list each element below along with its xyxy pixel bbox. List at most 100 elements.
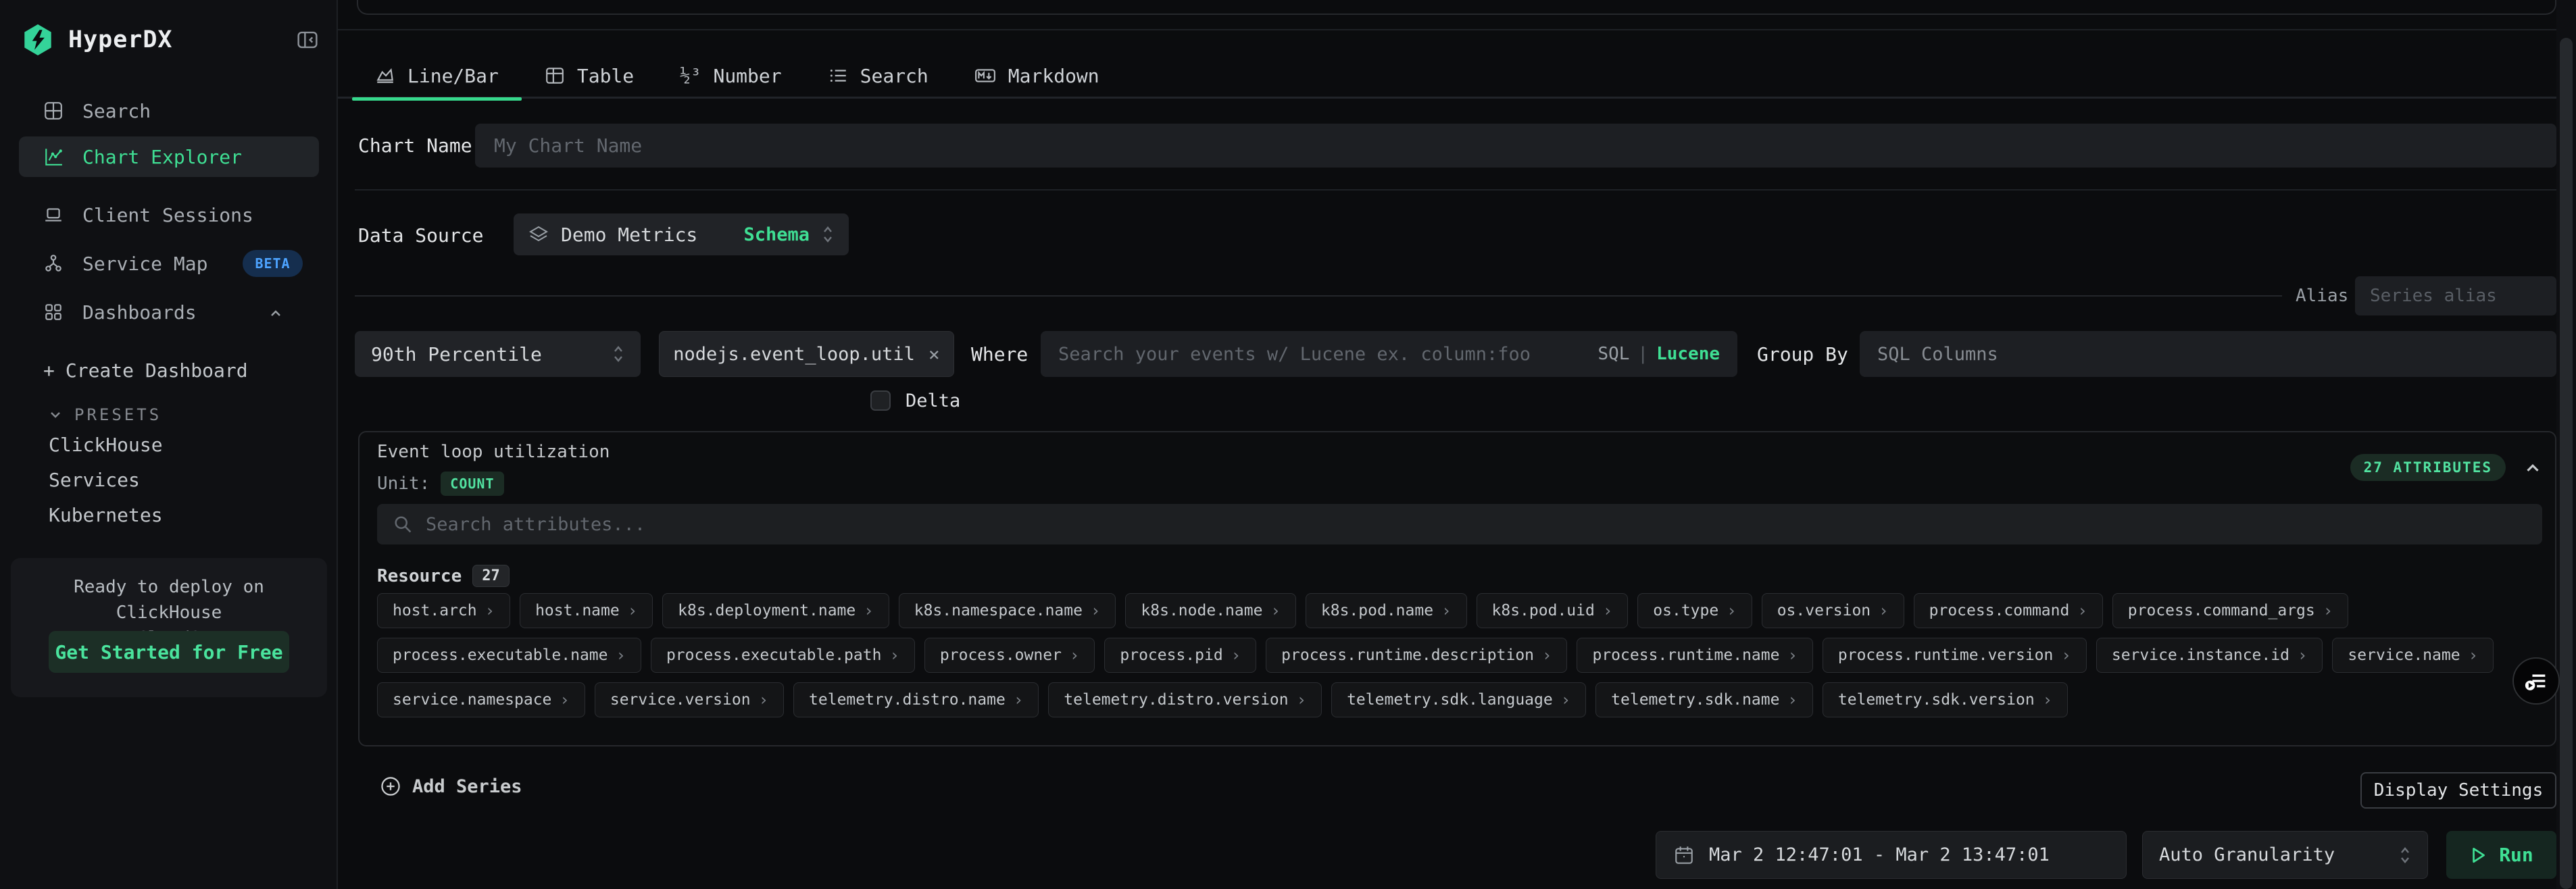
tab-line-bar[interactable]: Line/Bar bbox=[352, 53, 522, 99]
attribute-chip-k8s-pod-uid[interactable]: k8s.pod.uid› bbox=[1477, 593, 1629, 628]
attribute-chip-process-command-args[interactable]: process.command_args› bbox=[2112, 593, 2348, 628]
updown-chevron-icon bbox=[2399, 845, 2411, 865]
tab-label: Search bbox=[860, 65, 928, 87]
attribute-chip-telemetry-sdk-name[interactable]: telemetry.sdk.name› bbox=[1595, 682, 1813, 717]
attribute-chip-host-name[interactable]: host.name › bbox=[520, 593, 653, 628]
attribute-chip-process-pid[interactable]: process.pid› bbox=[1104, 638, 1256, 673]
hyperdx-app: HyperDX Search Chart Explorer Client Sessi… bbox=[0, 0, 2576, 889]
attribute-chip-os-type[interactable]: os.type› bbox=[1637, 593, 1752, 628]
chevron-right-icon: › bbox=[1441, 601, 1451, 620]
display-settings-button[interactable]: Display Settings bbox=[2360, 772, 2556, 809]
add-series-button[interactable]: Add Series bbox=[380, 776, 522, 797]
chart-name-input[interactable] bbox=[475, 124, 2556, 168]
sidebar-item-label: Service Map bbox=[82, 253, 207, 275]
chevron-right-icon: › bbox=[2043, 690, 2052, 709]
panel-collapse-icon[interactable] bbox=[2523, 458, 2543, 481]
chevron-right-icon: › bbox=[1727, 601, 1736, 620]
calendar-icon bbox=[1674, 844, 1694, 866]
preset-item-kubernetes[interactable]: Kubernetes bbox=[49, 504, 163, 526]
sidebar-item-label: Client Sessions bbox=[82, 204, 253, 226]
sidebar-item-client-sessions[interactable]: Client Sessions bbox=[19, 195, 319, 235]
lucene-toggle[interactable]: Lucene bbox=[1656, 344, 1720, 364]
sidebar-item-service-map[interactable]: Service MapBETA bbox=[19, 243, 319, 284]
remove-metric-icon[interactable]: × bbox=[928, 343, 940, 365]
attribute-name: telemetry.distro.name bbox=[809, 691, 1006, 709]
granularity-select[interactable]: Auto Granularity bbox=[2142, 831, 2428, 879]
attribute-chip-process-owner[interactable]: process.owner › bbox=[924, 638, 1095, 673]
sidebar-item-chart-explorer[interactable]: Chart Explorer bbox=[19, 136, 319, 177]
metric-chip[interactable]: nodejs.event_loop.util × bbox=[659, 331, 954, 377]
tab-number[interactable]: ½³Number bbox=[657, 53, 804, 99]
attribute-name: service.name bbox=[2348, 646, 2460, 664]
run-button[interactable]: Run bbox=[2446, 831, 2556, 879]
attribute-name: host.arch bbox=[393, 602, 477, 619]
chevron-right-icon: › bbox=[628, 601, 637, 620]
attribute-name: process.runtime.name bbox=[1592, 646, 1779, 664]
aggregation-select[interactable]: 90th Percentile bbox=[355, 331, 641, 377]
alias-input[interactable] bbox=[2355, 276, 2556, 315]
scrollbar[interactable] bbox=[2556, 0, 2576, 889]
attribute-chip-process-executable-name[interactable]: process.executable.name› bbox=[377, 638, 641, 673]
plus-icon: + bbox=[43, 359, 55, 382]
delta-checkbox[interactable] bbox=[870, 390, 891, 411]
attribute-chip-service-name[interactable]: service.name› bbox=[2332, 638, 2494, 673]
attribute-chip-service-instance-id[interactable]: service.instance.id› bbox=[2096, 638, 2323, 673]
attribute-name: process.runtime.version bbox=[1838, 646, 2054, 664]
number-icon: ½³ bbox=[680, 66, 701, 86]
tab-markdown[interactable]: Markdown bbox=[951, 53, 1122, 99]
attribute-chip-k8s-node-name[interactable]: k8s.node.name› bbox=[1125, 593, 1295, 628]
data-source-label: Data Source bbox=[358, 224, 483, 247]
attribute-chip-k8s-namespace-name[interactable]: k8s.namespace.name› bbox=[899, 593, 1116, 628]
attribute-chip-service-namespace[interactable]: service.namespace› bbox=[377, 682, 585, 717]
chevron-right-icon: › bbox=[1787, 690, 1797, 709]
attribute-chip-process-executable-path[interactable]: process.executable.path› bbox=[651, 638, 915, 673]
attribute-chip-k8s-deployment-name[interactable]: k8s.deployment.name› bbox=[662, 593, 889, 628]
attribute-search-input[interactable] bbox=[377, 504, 2542, 544]
preset-item-services[interactable]: Services bbox=[49, 469, 140, 491]
time-range-picker[interactable]: Mar 2 12:47:01 - Mar 2 13:47:01 bbox=[1656, 831, 2127, 879]
sql-toggle[interactable]: SQL bbox=[1597, 344, 1629, 364]
attribute-chip-process-runtime-version[interactable]: process.runtime.version› bbox=[1823, 638, 2087, 673]
attribute-chip-process-runtime-description[interactable]: process.runtime.description› bbox=[1266, 638, 1567, 673]
divider bbox=[355, 189, 2556, 190]
attribute-chip-k8s-pod-name[interactable]: k8s.pod.name› bbox=[1306, 593, 1467, 628]
attribute-chip-host-arch[interactable]: host.arch › bbox=[377, 593, 510, 628]
attribute-chip-telemetry-sdk-language[interactable]: telemetry.sdk.language› bbox=[1331, 682, 1586, 717]
where-label: Where bbox=[971, 343, 1028, 365]
group-by-label: Group By bbox=[1757, 343, 1848, 365]
client-sessions-icon bbox=[43, 205, 64, 225]
sidebar-item-dashboards[interactable]: Dashboards bbox=[19, 292, 319, 332]
chevron-right-icon: › bbox=[1070, 646, 1079, 665]
logo[interactable]: HyperDX bbox=[22, 23, 173, 57]
floating-widget-button[interactable] bbox=[2512, 657, 2560, 705]
group-by-input[interactable] bbox=[1860, 331, 2556, 377]
attribute-name: process.owner bbox=[940, 646, 1062, 664]
tab-table[interactable]: Table bbox=[522, 53, 657, 99]
attribute-chip-telemetry-distro-name[interactable]: telemetry.distro.name› bbox=[793, 682, 1039, 717]
create-dashboard-button[interactable]: + Create Dashboard bbox=[43, 359, 248, 382]
preset-item-clickhouse[interactable]: ClickHouse bbox=[49, 434, 163, 456]
chevron-right-icon: › bbox=[1561, 690, 1570, 709]
attribute-chip-process-command[interactable]: process.command› bbox=[1914, 593, 2103, 628]
sidebar-item-search[interactable]: Search bbox=[19, 91, 319, 131]
attribute-chip-service-version[interactable]: service.version› bbox=[595, 682, 784, 717]
chevron-right-icon: › bbox=[485, 601, 495, 620]
query-language-toggle: SQL | Lucene bbox=[1597, 331, 1720, 377]
attribute-chip-process-runtime-name[interactable]: process.runtime.name› bbox=[1577, 638, 1812, 673]
chevron-up-icon bbox=[268, 305, 284, 322]
play-icon bbox=[2469, 846, 2487, 865]
chevron-up-icon bbox=[268, 304, 284, 326]
schema-link[interactable]: Schema bbox=[743, 224, 810, 245]
tab-search[interactable]: Search bbox=[805, 53, 951, 99]
scrollbar-thumb[interactable] bbox=[2560, 38, 2573, 889]
divider bbox=[338, 29, 2556, 30]
attribute-chip-os-version[interactable]: os.version› bbox=[1762, 593, 1904, 628]
attribute-chip-telemetry-sdk-version[interactable]: telemetry.sdk.version› bbox=[1823, 682, 2068, 717]
data-source-select[interactable]: Demo Metrics Schema bbox=[514, 213, 849, 255]
presets-toggle[interactable]: PRESETS bbox=[47, 405, 162, 424]
get-started-button[interactable]: Get Started for Free bbox=[49, 631, 289, 673]
sidebar-collapse-icon[interactable] bbox=[296, 28, 319, 51]
attribute-name: host.name bbox=[535, 602, 620, 619]
attribute-group-header: Resource 27 bbox=[377, 565, 510, 587]
attribute-chip-telemetry-distro-version[interactable]: telemetry.distro.version› bbox=[1048, 682, 1322, 717]
